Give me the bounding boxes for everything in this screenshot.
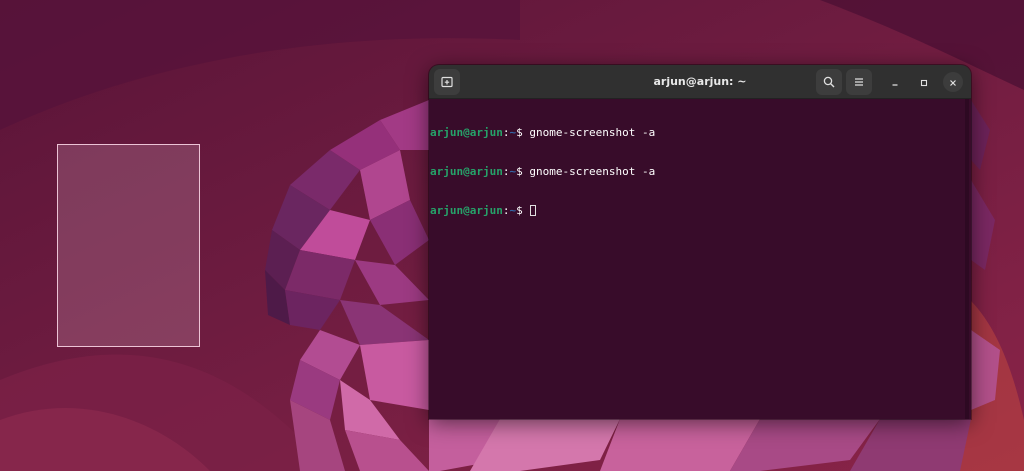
terminal-scrollbar[interactable] [965,99,969,419]
maximize-icon [919,73,929,92]
prompt-user: arjun@arjun [430,126,503,139]
prompt-user: arjun@arjun [430,204,503,217]
terminal-titlebar[interactable]: arjun@arjun: ~ [429,65,971,99]
search-icon [823,76,835,88]
prompt-user: arjun@arjun [430,165,503,178]
close-icon [948,73,958,92]
area-selection-rectangle[interactable] [57,144,200,347]
terminal-window[interactable]: arjun@arjun: ~ arjun@arjun:~$ gnome-scre… [429,65,971,419]
command-text: gnome-screenshot -a [529,126,656,139]
search-button[interactable] [816,69,842,95]
prompt-symbol: $ [516,126,523,139]
terminal-line: arjun@arjun:~$ gnome-screenshot -a [430,126,655,139]
menu-button[interactable] [846,69,872,95]
close-button[interactable] [943,72,963,92]
new-tab-icon [441,76,453,88]
maximize-button[interactable] [914,72,934,92]
minimize-icon [890,73,900,92]
new-tab-button[interactable] [434,69,460,95]
terminal-line: arjun@arjun:~$ gnome-screenshot -a [430,165,655,178]
command-text: gnome-screenshot -a [529,165,656,178]
hamburger-menu-icon [853,76,865,88]
prompt-symbol: $ [516,165,523,178]
prompt-symbol: $ [516,204,523,217]
minimize-button[interactable] [885,72,905,92]
terminal-output-area[interactable]: arjun@arjun:~$ gnome-screenshot -a arjun… [429,99,971,419]
terminal-line: arjun@arjun:~$ [430,204,655,217]
text-cursor [530,205,537,216]
desktop: arjun@arjun: ~ arjun@arjun:~$ gnome-scre… [0,0,1024,471]
terminal-lines: arjun@arjun:~$ gnome-screenshot -a arjun… [430,100,655,243]
